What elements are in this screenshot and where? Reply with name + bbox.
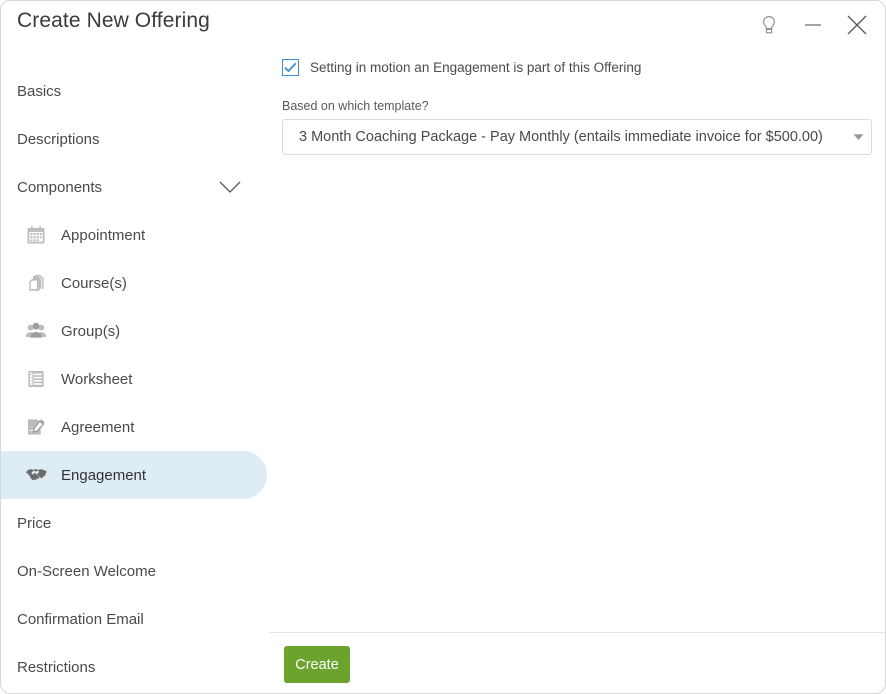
sidebar-item-price[interactable]: Price [1, 499, 267, 547]
agreement-glyph [28, 419, 45, 435]
pages-glyph [29, 274, 44, 291]
create-new-offering-dialog: Create New Offering Basics Descriptions … [0, 0, 886, 694]
sidebar-item-components[interactable]: Components [1, 163, 267, 211]
template-select[interactable]: 3 Month Coaching Package - Pay Monthly (… [282, 119, 872, 155]
minimize-icon[interactable] [791, 5, 835, 45]
sidebar-item-agreement[interactable]: Agreement [1, 403, 267, 451]
hint-lightbulb-glyph [763, 16, 775, 34]
sidebar-item-on-screen-welcome[interactable]: On-Screen Welcome [1, 547, 267, 595]
sidebar-item-label: Components [17, 178, 103, 196]
titlebar: Create New Offering [1, 1, 885, 49]
worksheet-icon [25, 368, 47, 390]
minimize-glyph [805, 24, 821, 26]
sidebar-item-descriptions[interactable]: Descriptions [1, 115, 267, 163]
sidebar-item-label: Appointment [61, 226, 146, 244]
chevron-down-icon[interactable] [219, 180, 241, 194]
template-select-value: 3 Month Coaching Package - Pay Monthly (… [299, 129, 823, 145]
select-arrow-glyph [853, 134, 863, 140]
chevron-down-icon[interactable] [845, 133, 871, 141]
sidebar-item-worksheet[interactable]: Worksheet [1, 355, 267, 403]
group-icon [25, 320, 47, 342]
sidebar-item-label: Group(s) [61, 322, 121, 340]
engagement-checkbox[interactable] [282, 59, 299, 76]
sidebar-item-label: Agreement [61, 418, 135, 436]
handshake-icon [25, 464, 47, 486]
sidebar-item-label: Course(s) [61, 274, 127, 292]
sidebar-item-basics[interactable]: Basics [1, 67, 267, 115]
sidebar: Basics Descriptions Components Appointme… [1, 49, 267, 693]
sidebar-item-label: Price [17, 514, 52, 532]
calendar-glyph [27, 226, 45, 244]
create-button[interactable]: Create [284, 646, 350, 683]
sidebar-item-engagement[interactable]: Engagement [1, 451, 267, 499]
hint-lightbulb-icon[interactable] [747, 5, 791, 45]
agreement-icon [25, 416, 47, 438]
engagement-checkbox-label: Setting in motion an Engagement is part … [310, 60, 642, 75]
sidebar-item-label: On-Screen Welcome [17, 562, 156, 580]
window-controls [747, 5, 879, 45]
sidebar-item-confirmation-email[interactable]: Confirmation Email [1, 595, 267, 643]
sidebar-item-appointment[interactable]: Appointment [1, 211, 267, 259]
calendar-icon [25, 224, 47, 246]
sidebar-item-label: Descriptions [17, 130, 100, 148]
close-glyph [847, 15, 867, 35]
handshake-glyph [26, 469, 47, 481]
sidebar-item-courses[interactable]: Course(s) [1, 259, 267, 307]
pages-icon [25, 272, 47, 294]
group-glyph [25, 322, 47, 338]
sidebar-item-label: Basics [17, 82, 62, 100]
worksheet-glyph [28, 371, 44, 387]
engagement-checkbox-row[interactable]: Setting in motion an Engagement is part … [282, 59, 641, 76]
sidebar-item-label: Confirmation Email [17, 610, 144, 628]
template-field-label: Based on which template? [282, 99, 429, 113]
sidebar-item-label: Engagement [61, 466, 147, 484]
close-icon[interactable] [835, 5, 879, 45]
footer-divider [269, 632, 885, 633]
chevron-down-glyph [219, 181, 241, 193]
checkmark-icon [284, 62, 297, 73]
sidebar-item-label: Restrictions [17, 658, 96, 676]
main-content: Setting in motion an Engagement is part … [267, 49, 885, 693]
sidebar-item-restrictions[interactable]: Restrictions [1, 643, 267, 691]
sidebar-item-label: Worksheet [61, 370, 133, 388]
page-title: Create New Offering [17, 9, 210, 32]
sidebar-item-groups[interactable]: Group(s) [1, 307, 267, 355]
